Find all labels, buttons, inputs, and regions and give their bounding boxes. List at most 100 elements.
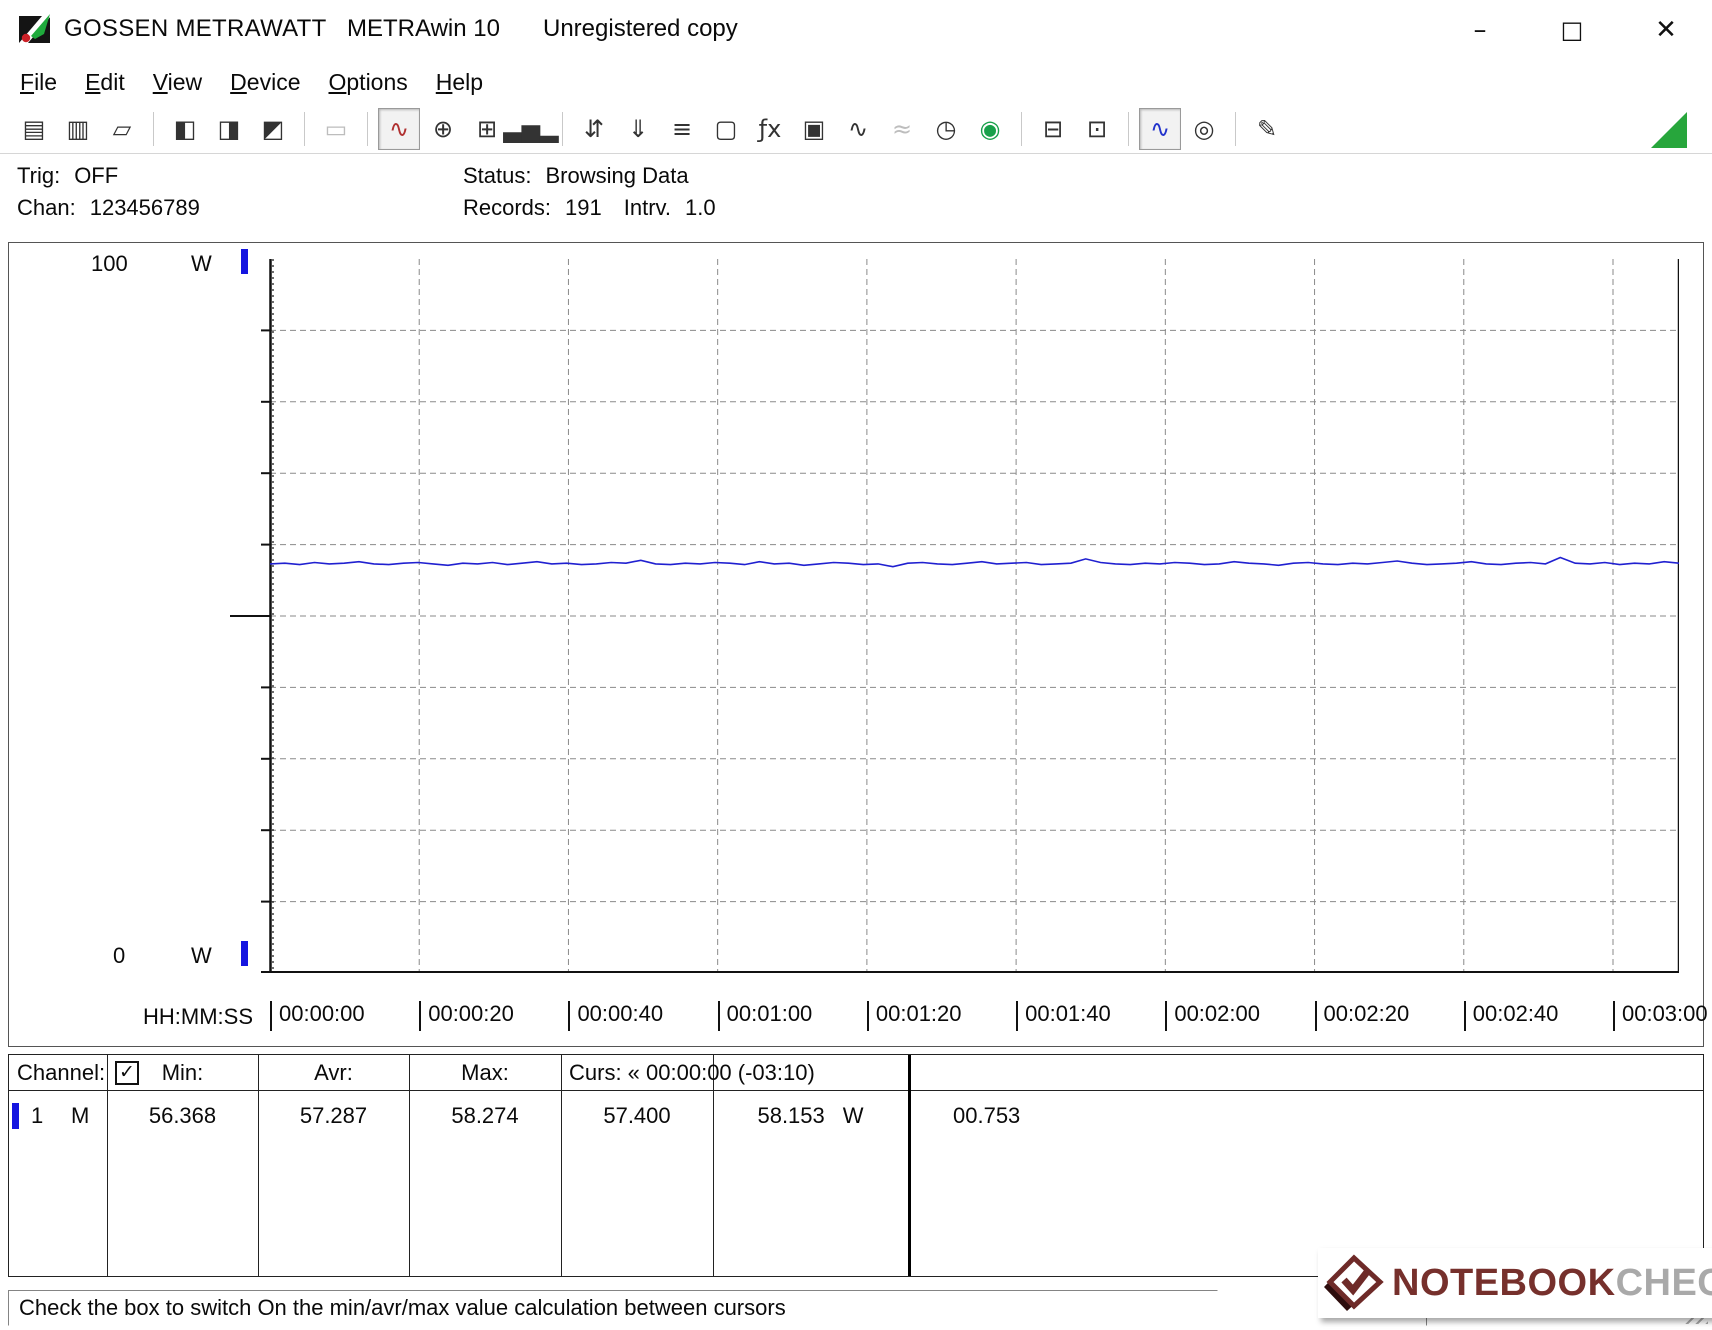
menu-device[interactable]: Device [216, 60, 314, 104]
x-tick-label: 00:00:00 [270, 1001, 365, 1031]
column-separator-thick [908, 1055, 911, 1276]
print-button[interactable]: ⊡ [1076, 108, 1118, 150]
save-as-button[interactable]: ▥ [57, 108, 99, 150]
histogram-view-button[interactable]: ▃▅▂ [510, 108, 552, 150]
zoom-lens-button[interactable]: ◎ [1183, 108, 1225, 150]
row-max-value: 58.274 [409, 1103, 561, 1129]
x-tick-mark [270, 1001, 272, 1031]
x-tick-mark [718, 1001, 720, 1031]
zoom-signal-icon: ∿ [1150, 115, 1170, 143]
chart-plot-area[interactable] [226, 259, 1679, 973]
records-label: Records: [463, 195, 551, 221]
x-tick-label: 00:02:40 [1464, 1001, 1559, 1031]
row-avr-value: 57.287 [258, 1103, 409, 1129]
menu-bar: File Edit View Device Options Help [0, 60, 1712, 104]
device-transfer-button[interactable]: ⇵ [573, 108, 615, 150]
timer-read-button[interactable]: ◷ [925, 108, 967, 150]
results-table: Channel: ✓ Min: Avr: Max: Curs: « 00:00:… [8, 1054, 1704, 1277]
numeric-display-button[interactable]: ▭ [315, 108, 357, 150]
xy-scope-button[interactable]: ⊕ [422, 108, 464, 150]
x-tick-mark [1613, 1001, 1615, 1031]
header-channel: Channel: [17, 1060, 105, 1086]
export-window-icon: ◧ [174, 115, 197, 143]
channel-value: 123456789 [90, 195, 200, 220]
notebookcheck-watermark: NOTEBOOKCHECK [1318, 1248, 1712, 1318]
header-avr: Avr: [258, 1060, 409, 1086]
trigger-value: OFF [74, 163, 118, 188]
brand-name: GOSSEN METRAWATT [64, 15, 327, 43]
device-download-button[interactable]: ⇓ [617, 108, 659, 150]
x-tick-mark [1016, 1001, 1018, 1031]
menu-edit[interactable]: Edit [71, 60, 139, 104]
trend-chart-button[interactable]: ∿ [378, 108, 420, 150]
save-file-button[interactable]: ▤ [13, 108, 55, 150]
formula-button[interactable]: ƒx [749, 108, 791, 150]
memory-read-button[interactable]: ▣ [793, 108, 835, 150]
app-name: METRAwin 10 [347, 15, 500, 43]
x-tick-mark [867, 1001, 869, 1031]
interval-value: 1.0 [685, 195, 716, 220]
measurement-trace [270, 558, 1679, 567]
x-tick-label: 00:00:20 [419, 1001, 514, 1031]
memory-read-icon: ▣ [803, 115, 826, 143]
menu-options[interactable]: Options [315, 60, 422, 104]
toolbar-separator [153, 112, 154, 146]
offline-signal-button[interactable]: ≈ [881, 108, 923, 150]
export-window-button[interactable]: ◧ [164, 108, 206, 150]
column-separator [107, 1055, 108, 1276]
save-file-icon: ▤ [23, 115, 46, 143]
toolbar-separator [1128, 112, 1129, 146]
table-view-icon: ⊞ [477, 115, 497, 143]
save-as-icon: ▥ [67, 115, 90, 143]
zoom-lens-icon: ◎ [1194, 115, 1215, 143]
license-status: Unregistered copy [543, 15, 738, 43]
row-cursor-b-value: 58.153 [757, 1103, 824, 1129]
records-value: 191 [565, 195, 602, 220]
header-min: Min: [107, 1060, 258, 1086]
y-axis-unit-bottom: W [191, 943, 212, 969]
open-file-button[interactable]: ▱ [101, 108, 143, 150]
numeric-display-icon: ▭ [325, 115, 348, 143]
annotation-button[interactable]: ✎ [1246, 108, 1288, 150]
export-data-button[interactable]: ◨ [208, 108, 250, 150]
channel-label: Chan: [17, 195, 76, 221]
menu-help[interactable]: Help [422, 60, 497, 104]
column-separator [561, 1055, 562, 1276]
zoom-signal-button[interactable]: ∿ [1139, 108, 1181, 150]
chart-panel: 100 W 0 W HH:MM:SS 00:00:0000:00:2000:00… [8, 242, 1704, 1047]
device-download-icon: ⇓ [628, 115, 648, 143]
table-view-button[interactable]: ⊞ [466, 108, 508, 150]
timer-read-icon: ◷ [936, 115, 957, 143]
x-tick-mark [1464, 1001, 1466, 1031]
x-tick-label: 00:03:00 [1613, 1001, 1708, 1031]
y-axis-min-label: 0 [113, 943, 125, 969]
export-report-button[interactable]: ◩ [252, 108, 294, 150]
menu-file[interactable]: File [6, 60, 71, 104]
print-preview-button[interactable]: ⊟ [1032, 108, 1074, 150]
close-button[interactable]: ✕ [1644, 8, 1688, 52]
status-value: Browsing Data [545, 163, 688, 188]
column-separator [258, 1055, 259, 1276]
toolbar-separator [304, 112, 305, 146]
expand-indicator-icon [1651, 112, 1687, 148]
gossen-metrawatt-logo-icon [18, 12, 54, 48]
x-tick-mark [419, 1001, 421, 1031]
check-shield-icon [1320, 1250, 1392, 1316]
toolbar-separator [1021, 112, 1022, 146]
header-cursor: Curs: « 00:00:00 (-03:10) [569, 1060, 815, 1086]
minimize-button[interactable]: – [1458, 8, 1502, 52]
sequence-list-button[interactable]: ≡ [661, 108, 703, 150]
sequence-list-icon: ≡ [672, 115, 692, 143]
header-max: Max: [409, 1060, 561, 1086]
toolbar-separator [367, 112, 368, 146]
maximize-button[interactable]: □ [1550, 8, 1594, 52]
live-signal-button[interactable]: ∿ [837, 108, 879, 150]
xy-scope-icon: ⊕ [433, 115, 453, 143]
menu-view[interactable]: View [139, 60, 216, 104]
pc-monitor-button[interactable]: ▢ [705, 108, 747, 150]
x-tick-label: 00:02:00 [1165, 1001, 1260, 1031]
export-data-icon: ◨ [218, 115, 241, 143]
device-status-button[interactable]: ◉ [969, 108, 1011, 150]
trigger-label: Trig: [17, 163, 60, 189]
formula-icon: ƒx [759, 115, 782, 143]
